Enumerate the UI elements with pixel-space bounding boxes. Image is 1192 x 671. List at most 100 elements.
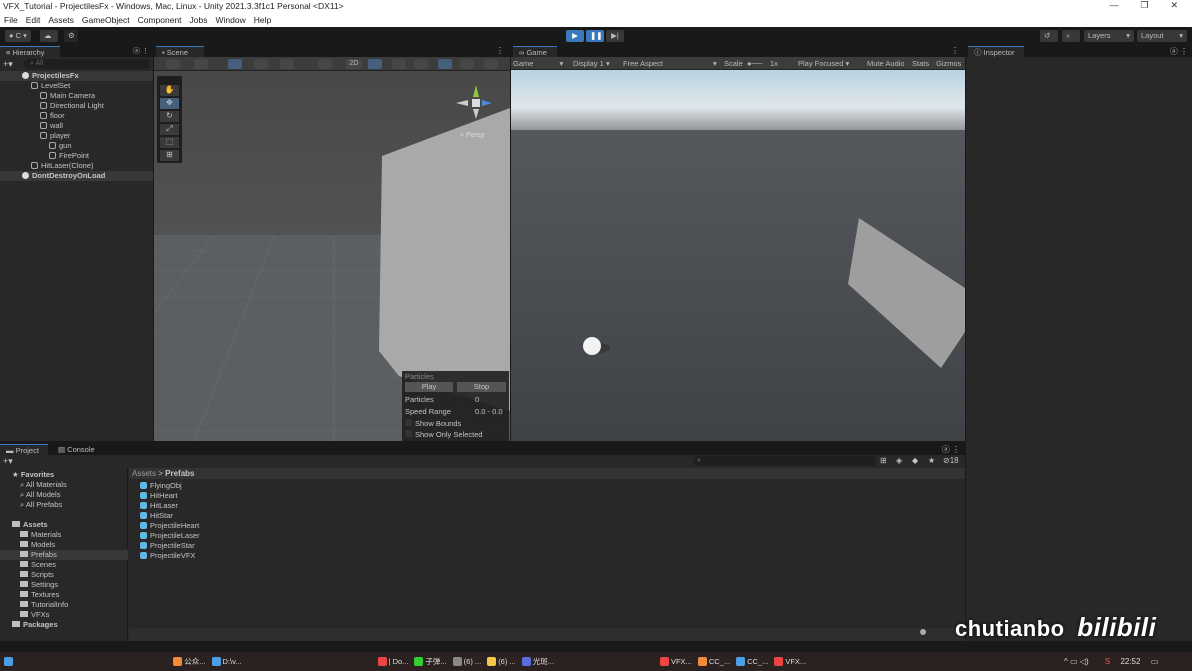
hierarchy-item[interactable]: FirePoint bbox=[0, 151, 153, 161]
display-dropdown[interactable]: Display 1 ▾ bbox=[573, 58, 610, 69]
minimize-button[interactable]: — bbox=[1109, 0, 1118, 13]
prefab-file[interactable]: ProjectileLaser bbox=[140, 531, 200, 541]
lighting-icon[interactable] bbox=[368, 59, 382, 69]
audio-icon[interactable] bbox=[392, 59, 406, 69]
account-dropdown[interactable]: ● C ▾ bbox=[5, 30, 31, 42]
grid-icon[interactable] bbox=[254, 59, 268, 69]
collab-icon[interactable]: ⚙ bbox=[64, 30, 78, 42]
game-viewport[interactable] bbox=[511, 70, 965, 441]
menu-component[interactable]: Component bbox=[138, 13, 182, 27]
taskbar-app[interactable]: (6) ... bbox=[487, 652, 516, 671]
taskbar-app[interactable]: CC_... bbox=[736, 652, 768, 671]
filter-label-icon[interactable]: ◈ bbox=[896, 456, 902, 465]
taskbar-app[interactable]: 光斑... bbox=[521, 652, 554, 671]
pause-button[interactable]: ❚❚ bbox=[586, 30, 604, 42]
particles-stop-button[interactable]: Stop bbox=[457, 382, 506, 392]
search-icon[interactable]: ⌕ bbox=[1062, 30, 1080, 42]
menu-jobs[interactable]: Jobs bbox=[190, 13, 208, 27]
asset-folder[interactable]: Prefabs bbox=[0, 550, 128, 560]
taskbar-app[interactable]: CC_... bbox=[697, 652, 730, 671]
camera-icon[interactable] bbox=[460, 59, 474, 69]
mute-audio-button[interactable]: Mute Audio bbox=[867, 58, 905, 69]
icon-size-slider[interactable] bbox=[920, 628, 960, 635]
hierarchy-item[interactable]: floor bbox=[0, 111, 153, 121]
menu-file[interactable]: File bbox=[4, 13, 18, 27]
stats-button[interactable]: Stats bbox=[912, 58, 929, 69]
hierarchy-item[interactable]: ProjectilesFx bbox=[0, 71, 153, 81]
game-view-dropdown[interactable]: Game ▾ bbox=[513, 58, 563, 69]
lock-icon[interactable]: ⓐ ⋮ bbox=[133, 46, 149, 56]
taskbar-app[interactable]: (6) ... bbox=[452, 652, 481, 671]
scale-tool-icon[interactable]: ⤢ bbox=[160, 124, 179, 135]
tab-scene[interactable]: ▪ Scene bbox=[156, 46, 204, 57]
tag-icon[interactable]: ◆ bbox=[912, 456, 918, 465]
layout-dropdown[interactable]: Layout ▾ bbox=[1137, 30, 1187, 42]
taskbar-app[interactable]: VFX... bbox=[659, 652, 692, 671]
show-bounds-checkbox[interactable] bbox=[405, 419, 412, 426]
asset-folder[interactable]: Materials bbox=[0, 530, 128, 540]
volume-icon[interactable]: ◁) bbox=[1080, 657, 1089, 666]
hidden-packages-icon[interactable]: ⊘18 bbox=[943, 456, 959, 465]
hierarchy-item[interactable]: wall bbox=[0, 121, 153, 131]
prefab-file[interactable]: ProjectileVFX bbox=[140, 551, 195, 561]
play-focused-dropdown[interactable]: Play Focused ▾ bbox=[798, 58, 849, 69]
packages-folder[interactable]: Packages bbox=[0, 620, 128, 630]
clock[interactable]: 22:52 bbox=[1120, 657, 1140, 666]
taskbar-app[interactable]: VFX... bbox=[774, 652, 806, 671]
taskbar-app[interactable]: 子弹... bbox=[414, 652, 447, 671]
favorite-item[interactable]: ⌕ All Prefabs bbox=[0, 500, 128, 510]
menu-assets[interactable]: Assets bbox=[48, 13, 74, 27]
rect-tool-icon[interactable]: ⬚ bbox=[160, 137, 179, 148]
draw-mode-icon[interactable] bbox=[166, 59, 180, 69]
prefab-file[interactable]: FlyingObj bbox=[140, 481, 182, 491]
breadcrumb-assets[interactable]: Assets bbox=[132, 469, 156, 478]
favorites-folder[interactable]: ★ Favorites bbox=[0, 470, 128, 480]
hierarchy-search-input[interactable]: ⌕ All bbox=[24, 59, 150, 69]
hierarchy-item[interactable]: LevelSet bbox=[0, 81, 153, 91]
scene-gizmo-icon[interactable] bbox=[454, 83, 494, 125]
hierarchy-item[interactable]: player bbox=[0, 131, 153, 141]
cloud-icon[interactable]: ☁ bbox=[40, 30, 58, 42]
notification-icon[interactable]: ▭ bbox=[1151, 657, 1159, 666]
create-button[interactable]: +▾ bbox=[3, 456, 13, 467]
effects-icon[interactable] bbox=[414, 59, 428, 69]
assets-folder[interactable]: Assets bbox=[0, 520, 128, 530]
history-icon[interactable]: ↺ bbox=[1040, 30, 1058, 42]
create-button[interactable]: +▾ bbox=[3, 59, 13, 70]
taskbar-app[interactable]: | Do... bbox=[377, 652, 408, 671]
filter-type-icon[interactable]: ⊞ bbox=[880, 456, 887, 465]
2d-toggle[interactable]: 2D bbox=[346, 59, 362, 69]
prefab-file[interactable]: HitLaser bbox=[140, 501, 178, 511]
menu-help[interactable]: Help bbox=[254, 13, 271, 27]
orientation-icon[interactable] bbox=[318, 59, 332, 69]
tab-project[interactable]: ▬ Project bbox=[0, 444, 48, 455]
favorite-item[interactable]: ⌕ All Models bbox=[0, 490, 128, 500]
aspect-dropdown[interactable]: Free Aspect ▾ bbox=[623, 58, 717, 69]
asset-folder[interactable]: Settings bbox=[0, 580, 128, 590]
breadcrumb-prefabs[interactable]: Prefabs bbox=[165, 469, 194, 478]
move-snap-icon[interactable] bbox=[228, 59, 242, 69]
more-icon[interactable]: ⋮ bbox=[951, 46, 959, 55]
tab-inspector[interactable]: ⓘ Inspector bbox=[968, 46, 1024, 57]
asset-folder[interactable]: Scripts bbox=[0, 570, 128, 580]
tray-chevron-icon[interactable]: ^ bbox=[1064, 657, 1068, 666]
asset-folder[interactable]: Textures bbox=[0, 590, 128, 600]
lock-icon[interactable]: ⓐ ⋮ bbox=[1170, 46, 1188, 57]
rotate-tool-icon[interactable]: ↻ bbox=[160, 111, 179, 122]
hand-tool-icon[interactable]: ✋ bbox=[160, 85, 179, 96]
restore-button[interactable]: ❐ bbox=[1140, 0, 1148, 13]
step-button[interactable]: ▶| bbox=[606, 30, 624, 42]
ime-icon[interactable]: S bbox=[1105, 657, 1110, 666]
visibility-icon[interactable] bbox=[438, 59, 452, 69]
hierarchy-item[interactable]: HitLaser(Clone) bbox=[0, 161, 153, 171]
favorite-item[interactable]: ⌕ All Materials bbox=[0, 480, 128, 490]
prefab-file[interactable]: HitStar bbox=[140, 511, 173, 521]
more-icon[interactable]: ⋮ bbox=[496, 46, 504, 55]
prefab-file[interactable]: ProjectileStar bbox=[140, 541, 195, 551]
particles-play-button[interactable]: Play bbox=[405, 382, 453, 392]
start-button[interactable] bbox=[4, 652, 15, 671]
asset-folder[interactable]: TutorialInfo bbox=[0, 600, 128, 610]
gizmos-button[interactable]: Gizmos bbox=[936, 58, 961, 69]
menu-gameobject[interactable]: GameObject bbox=[82, 13, 130, 27]
tab-console[interactable]: ▤ Console bbox=[52, 444, 102, 455]
